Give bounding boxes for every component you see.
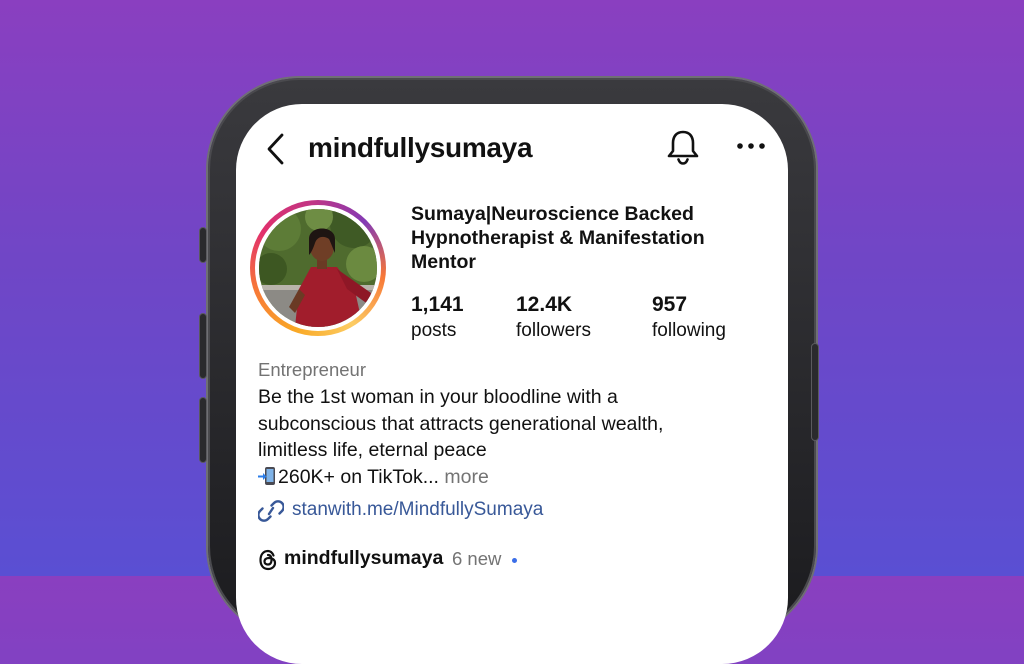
stat-posts-value: 1,141 [411, 293, 464, 316]
profile-category: Entrepreneur [258, 359, 366, 380]
stat-followers-label: followers [516, 320, 591, 341]
phone-power-button [812, 344, 818, 440]
bio-more-link[interactable]: more [444, 466, 488, 488]
bio-line: subconscious that attracts generational … [258, 412, 664, 435]
bell-icon[interactable] [666, 128, 700, 166]
phone-action-button [200, 228, 206, 262]
bio-line: Be the 1st woman in your bloodline with … [258, 386, 618, 408]
bio-link-text[interactable]: stanwith.me/MindfullySumaya [292, 499, 543, 521]
page-title: mindfullysumaya [308, 132, 533, 163]
stat-following-label: following [652, 320, 726, 341]
stat-followers[interactable]: 12.4K followers [516, 292, 591, 344]
stat-following-value: 957 [652, 293, 688, 316]
profile-display-name: Sumaya|Neuroscience Backed Hypnotherapis… [411, 203, 705, 273]
story-ring[interactable] [250, 200, 386, 336]
phone-volume-down-button [200, 398, 206, 462]
bio-line-last: 260K+ on TikTok... more [258, 464, 758, 491]
profile-header: mindfullysumaya [236, 128, 788, 172]
stat-posts[interactable]: 1,141 posts [411, 292, 464, 344]
threads-new-count: 6 new [452, 548, 502, 569]
stat-following[interactable]: 957 following [652, 292, 726, 344]
profile-bio: Be the 1st woman in your bloodline with … [258, 384, 758, 490]
threads-username: mindfullysumaya [284, 547, 444, 569]
phone-frame: mindfullysumaya Sumaya|Neuroscience Back… [200, 78, 818, 664]
link-icon [258, 500, 284, 522]
phone-screen: mindfullysumaya Sumaya|Neuroscience Back… [236, 104, 788, 664]
new-indicator-dot [512, 558, 517, 563]
avatar [259, 209, 377, 327]
more-horizontal-icon[interactable] [734, 136, 768, 156]
bio-line: 260K+ on TikTok... [278, 465, 439, 488]
stat-posts-label: posts [411, 320, 457, 341]
chevron-left-icon[interactable] [264, 132, 288, 166]
mobile-phone-arrow-icon [258, 466, 275, 485]
threads-icon [259, 549, 277, 571]
stat-followers-value: 12.4K [516, 293, 573, 316]
phone-volume-up-button [200, 314, 206, 378]
bio-line: limitless life, eternal peace [258, 439, 487, 461]
